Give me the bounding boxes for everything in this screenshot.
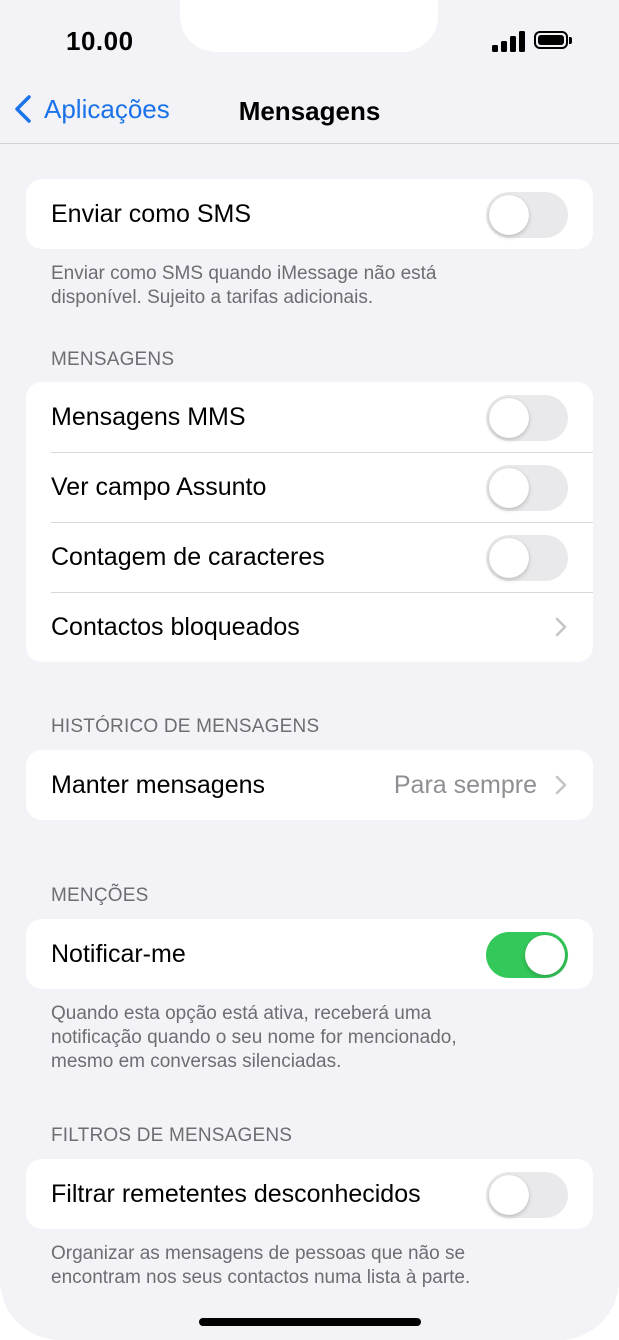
toggle-knob: [489, 538, 529, 578]
send-as-sms-toggle[interactable]: [486, 192, 568, 238]
send-as-sms-group: Enviar como SMS: [26, 179, 593, 249]
filter-unknown-senders-row: Filtrar remetentes desconhecidos: [26, 1159, 593, 1229]
mentions-footer: Quando esta opção está ativa, receberá u…: [51, 1002, 551, 1074]
blocked-contacts-label: Contactos bloqueados: [51, 612, 300, 641]
status-time: 10.00: [66, 26, 134, 56]
filters-footer: Organizar as mensagens de pessoas que nã…: [51, 1242, 551, 1290]
footer-line: Quando esta opção está ativa, receberá u…: [51, 1003, 432, 1024]
mentions-section-header: MENÇÕES: [51, 885, 149, 906]
mms-messages-toggle[interactable]: [486, 395, 568, 441]
notify-me-toggle[interactable]: [486, 932, 568, 978]
filter-unknown-senders-label: Filtrar remetentes desconhecidos: [51, 1179, 421, 1208]
footer-line: mesmo em conversas silenciadas.: [51, 1051, 342, 1072]
notify-me-row: Notificar-me: [26, 919, 593, 989]
cellular-signal-icon: [492, 30, 526, 52]
keep-messages-row[interactable]: Manter mensagens Para sempre: [26, 750, 593, 820]
mms-messages-row: Mensagens MMS: [26, 382, 593, 452]
mentions-group: Notificar-me: [26, 919, 593, 989]
battery-cap: [569, 37, 572, 44]
character-count-row: Contagem de caracteres: [26, 522, 593, 592]
footer-line: notificação quando o seu nome for mencio…: [51, 1027, 457, 1048]
chevron-right-icon: [555, 775, 567, 795]
subject-field-toggle[interactable]: [486, 465, 568, 511]
messages-group: Mensagens MMS Ver campo Assunto Contagem…: [26, 382, 593, 662]
toggle-knob: [489, 398, 529, 438]
toggle-knob: [489, 195, 529, 235]
home-indicator[interactable]: [199, 1318, 421, 1326]
footer-line: encontram nos seus contactos numa lista …: [51, 1267, 471, 1288]
character-count-label: Contagem de caracteres: [51, 542, 325, 571]
keep-messages-value: Para sempre: [393, 770, 537, 799]
send-as-sms-row: Enviar como SMS: [26, 179, 593, 249]
navigation-bar: Aplicações Mensagens: [0, 74, 619, 144]
notify-me-label: Notificar-me: [51, 939, 186, 968]
filter-unknown-senders-toggle[interactable]: [486, 1172, 568, 1218]
send-as-sms-footer: Enviar como SMS quando iMessage não está…: [51, 262, 551, 310]
chevron-right-icon: [555, 617, 567, 637]
history-group: Manter mensagens Para sempre: [26, 750, 593, 820]
subject-field-label: Ver campo Assunto: [51, 472, 267, 501]
page-title: Mensagens: [238, 96, 381, 126]
footer-line: Organizar as mensagens de pessoas que nã…: [51, 1243, 466, 1264]
send-as-sms-label: Enviar como SMS: [51, 199, 252, 228]
blocked-contacts-row[interactable]: Contactos bloqueados: [26, 592, 593, 662]
character-count-toggle[interactable]: [486, 535, 568, 581]
mms-messages-label: Mensagens MMS: [51, 402, 246, 431]
filters-section-header: FILTROS DE MENSAGENS: [51, 1125, 293, 1146]
keep-messages-label: Manter mensagens: [51, 770, 266, 799]
battery-icon: [534, 31, 568, 49]
messages-section-header: MENSAGENS: [51, 349, 175, 370]
history-section-header: HISTÓRICO DE MENSAGENS: [51, 716, 320, 737]
footer-line: disponível. Sujeito a tarifas adicionais…: [51, 287, 374, 308]
camera-notch: [180, 0, 438, 52]
filters-group: Filtrar remetentes desconhecidos: [26, 1159, 593, 1229]
subject-field-row: Ver campo Assunto: [26, 452, 593, 522]
toggle-knob: [525, 935, 565, 975]
toggle-knob: [489, 468, 529, 508]
phone-screen: 10.00 Aplicações Mensagens Enviar como S…: [0, 0, 619, 1340]
footer-line: Enviar como SMS quando iMessage não está: [51, 263, 437, 284]
toggle-knob: [489, 1175, 529, 1215]
